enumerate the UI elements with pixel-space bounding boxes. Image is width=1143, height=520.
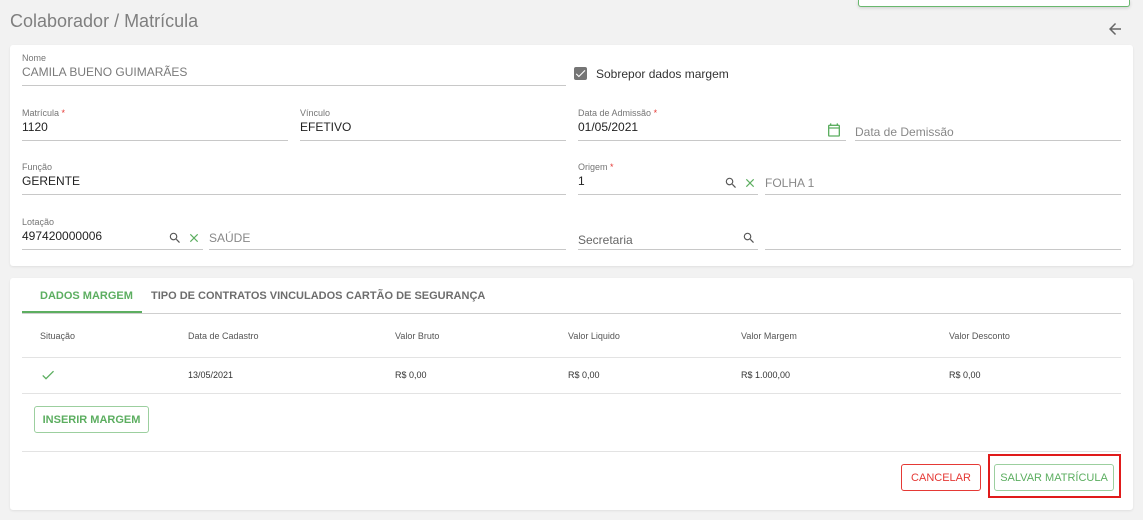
- valor-bruto-cell: R$ 0,00: [395, 370, 427, 380]
- search-icon[interactable]: [742, 231, 756, 245]
- nome-field: Nome CAMILA BUENO GUIMARÃES: [22, 53, 566, 86]
- column-header-valor-desconto: Valor Desconto: [949, 331, 1010, 341]
- lotacao-value: 497420000006: [22, 229, 103, 243]
- funcao-field[interactable]: Função GERENTE: [22, 162, 566, 195]
- vinculo-label: Vínculo: [300, 108, 331, 118]
- demissao-placeholder: Data de Demissão: [855, 125, 954, 139]
- funcao-label: Função: [22, 162, 53, 172]
- column-header-valor-bruto: Valor Bruto: [395, 331, 440, 341]
- origem-description: FOLHA 1: [765, 176, 815, 190]
- vinculo-field[interactable]: Vínculo EFETIVO: [300, 108, 566, 141]
- tabs-divider: [22, 313, 1121, 314]
- column-header-situacao: Situação: [40, 331, 76, 341]
- admissao-value: 01/05/2021: [578, 120, 639, 134]
- checkmark-icon: [575, 70, 586, 78]
- valor-liquido-cell: R$ 0,00: [568, 370, 600, 380]
- header-divider: [22, 357, 1121, 358]
- column-header-valor-margem: Valor Margem: [741, 331, 797, 341]
- tab-dados-margem[interactable]: DADOS MARGEM: [40, 290, 133, 302]
- clear-icon[interactable]: [743, 176, 757, 190]
- required-mark: *: [610, 162, 614, 172]
- tab-tipo-contratos[interactable]: TIPO DE CONTRATOS VINCULADOS: [151, 290, 343, 302]
- nome-label: Nome: [22, 53, 47, 63]
- column-header-data-cadastro: Data de Cadastro: [188, 331, 259, 341]
- required-mark: *: [653, 108, 658, 118]
- nome-value: CAMILA BUENO GUIMARÃES: [22, 65, 188, 79]
- funcao-value: GERENTE: [22, 174, 81, 188]
- sobrepor-checkbox[interactable]: [574, 67, 587, 80]
- required-mark: *: [61, 108, 66, 118]
- sobrepor-label: Sobrepor dados margem: [596, 67, 729, 81]
- margem-card: DADOS MARGEM TIPO DE CONTRATOS VINCULADO…: [10, 278, 1133, 510]
- save-button[interactable]: SALVAR MATRÍCULA: [994, 464, 1114, 491]
- cancel-button[interactable]: CANCELAR: [901, 464, 981, 491]
- valor-desconto-cell: R$ 0,00: [949, 370, 981, 380]
- origem-value: 1: [578, 174, 585, 188]
- calendar-icon[interactable]: [826, 122, 842, 138]
- matricula-field[interactable]: Matrícula * 1120: [22, 108, 288, 141]
- lotacao-label: Lotação: [22, 217, 55, 227]
- row-divider: [22, 393, 1121, 394]
- origem-description-field: FOLHA 1: [765, 162, 1121, 195]
- vinculo-value: EFETIVO: [300, 120, 352, 134]
- admissao-label: Data de Admissão: [578, 108, 652, 118]
- origem-label: Origem: [578, 162, 608, 172]
- notification-toast: [858, 0, 1130, 7]
- tab-cartao-seguranca[interactable]: CARTÃO DE SEGURANÇA: [346, 290, 485, 302]
- search-icon[interactable]: [724, 176, 738, 190]
- inserir-margem-button[interactable]: INSERIR MARGEM: [34, 406, 149, 433]
- data-cadastro-cell: 13/05/2021: [188, 370, 234, 380]
- admissao-field[interactable]: Data de Admissão * 01/05/2021: [578, 108, 846, 141]
- secretaria-field[interactable]: Secretaria: [578, 217, 758, 250]
- actions-divider: [22, 451, 1121, 452]
- matricula-value: 1120: [22, 120, 48, 134]
- valor-margem-cell: R$ 1.000,00: [741, 370, 791, 380]
- search-icon[interactable]: [168, 231, 182, 245]
- demissao-field[interactable]: Data de Demissão: [855, 108, 1121, 141]
- collaborator-form-card: Nome CAMILA BUENO GUIMARÃES Sobrepor dad…: [10, 45, 1133, 266]
- page-title: Colaborador / Matrícula: [10, 11, 199, 31]
- matricula-label: Matrícula: [22, 108, 60, 118]
- active-tab-indicator: [22, 311, 142, 313]
- column-header-valor-liquido: Valor Liquido: [568, 331, 620, 341]
- lotacao-description-field: SAÚDE: [209, 217, 566, 250]
- secretaria-placeholder: Secretaria: [578, 233, 633, 247]
- secretaria-description-field: [765, 217, 1121, 250]
- lotacao-description: SAÚDE: [209, 231, 251, 245]
- clear-icon[interactable]: [187, 231, 201, 245]
- back-arrow-icon[interactable]: [1106, 20, 1124, 38]
- check-icon: [42, 370, 54, 380]
